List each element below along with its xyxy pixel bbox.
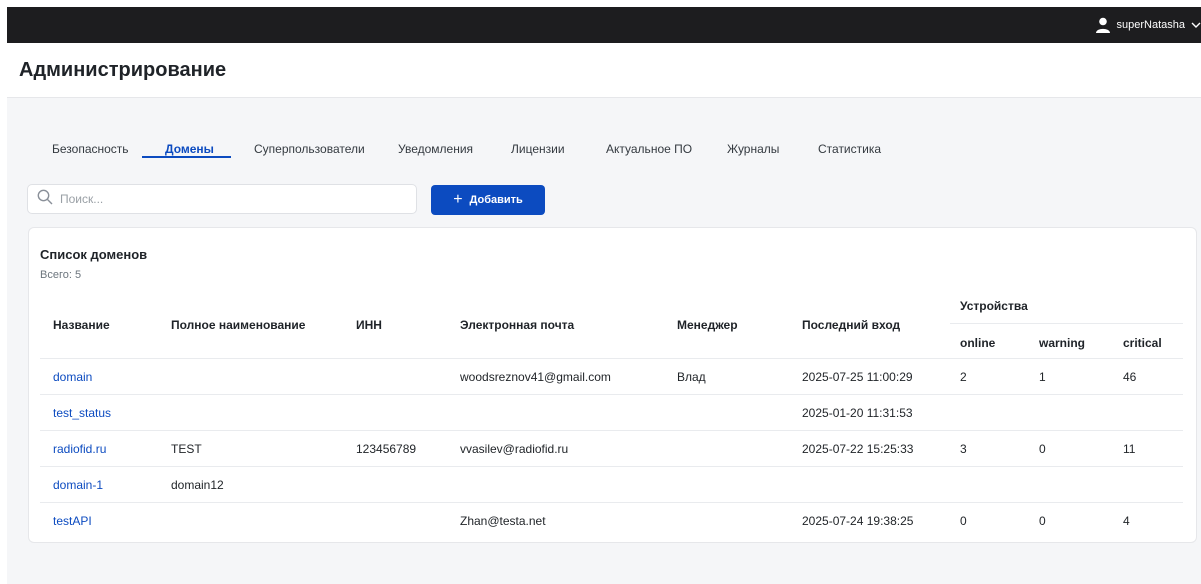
card-title: Список доменов [40, 247, 148, 262]
row-divider [40, 394, 1183, 395]
search-icon [28, 189, 60, 210]
tab-superusers[interactable]: Суперпользователи [254, 142, 365, 156]
cell-critical: 46 [1123, 370, 1137, 384]
col-header-email[interactable]: Электронная почта [460, 318, 574, 332]
col-header-name[interactable]: Название [53, 318, 110, 332]
tab-logs[interactable]: Журналы [727, 142, 779, 156]
tab-security[interactable]: Безопасность [52, 142, 129, 156]
col-header-devices: Устройства [960, 299, 1028, 313]
col-header-last-login[interactable]: Последний вход [802, 318, 900, 332]
admin-tabs: Безопасность Домены Суперпользователи Ув… [7, 97, 1201, 177]
cell-inn: 123456789 [356, 442, 417, 456]
domains-card: Список доменов Всего: 5 Название Полное … [28, 227, 1197, 543]
cell-warning: 1 [1039, 370, 1046, 384]
cell-last-login: 2025-07-24 19:38:25 [802, 514, 914, 528]
top-bar: superNatasha [7, 7, 1201, 43]
domain-name-link[interactable]: radiofid.ru [53, 442, 106, 456]
col-header-full-name[interactable]: Полное наименование [171, 318, 305, 332]
cell-critical: 11 [1123, 442, 1136, 456]
row-divider [40, 466, 1183, 467]
col-header-online[interactable]: online [960, 336, 995, 350]
cell-email: vvasilev@radiofid.ru [460, 442, 569, 456]
page-header: Администрирование [7, 43, 1201, 98]
cell-warning: 0 [1039, 514, 1046, 528]
devices-header-divider [950, 323, 1183, 324]
domains-count: Всего: 5 [40, 269, 82, 281]
domain-name-link[interactable]: domain-1 [53, 478, 103, 492]
app-frame: superNatasha Администрирование Безопасно… [7, 7, 1201, 584]
cell-warning: 0 [1039, 442, 1046, 456]
row-divider [40, 502, 1183, 503]
header-divider [40, 358, 1183, 359]
cell-email: woodsreznov41@gmail.com [460, 370, 611, 384]
tab-current-software[interactable]: Актуальное ПО [606, 142, 692, 156]
active-tab-indicator [142, 156, 231, 158]
tab-statistics[interactable]: Статистика [818, 142, 881, 156]
domain-name-link[interactable]: test_status [53, 406, 111, 420]
cell-email: Zhan@testa.net [460, 514, 546, 528]
plus-icon: + [453, 191, 463, 208]
cell-last-login: 2025-07-22 15:25:33 [802, 442, 914, 456]
chevron-down-icon [1191, 21, 1201, 29]
user-icon [1095, 17, 1111, 33]
cell-online: 0 [960, 514, 967, 528]
col-header-manager[interactable]: Менеджер [677, 318, 738, 332]
add-domain-button[interactable]: + Добавить [431, 185, 545, 215]
domain-name-link[interactable]: testAPI [53, 514, 92, 528]
page-title: Администрирование [19, 59, 227, 81]
user-menu[interactable]: superNatasha [1095, 7, 1201, 43]
cell-last-login: 2025-07-25 11:00:29 [802, 370, 913, 384]
col-header-critical[interactable]: critical [1123, 336, 1162, 350]
username: superNatasha [1116, 19, 1186, 31]
cell-last-login: 2025-01-20 11:31:53 [802, 406, 913, 420]
cell-full-name: domain12 [171, 478, 224, 492]
search-input[interactable] [60, 192, 400, 206]
domain-name-link[interactable]: domain [53, 370, 92, 384]
cell-online: 3 [960, 442, 967, 456]
row-divider [40, 430, 1183, 431]
cell-full-name: TEST [171, 442, 202, 456]
col-header-warning[interactable]: warning [1039, 336, 1085, 350]
tab-domains[interactable]: Домены [165, 142, 214, 156]
search-box[interactable] [27, 184, 417, 214]
cell-online: 2 [960, 370, 967, 384]
cell-critical: 4 [1123, 514, 1130, 528]
tab-licenses[interactable]: Лицензии [511, 142, 565, 156]
col-header-inn[interactable]: ИНН [356, 318, 382, 332]
cell-manager: Влад [677, 370, 706, 384]
add-button-label: Добавить [469, 194, 523, 206]
tab-notifications[interactable]: Уведомления [398, 142, 473, 156]
